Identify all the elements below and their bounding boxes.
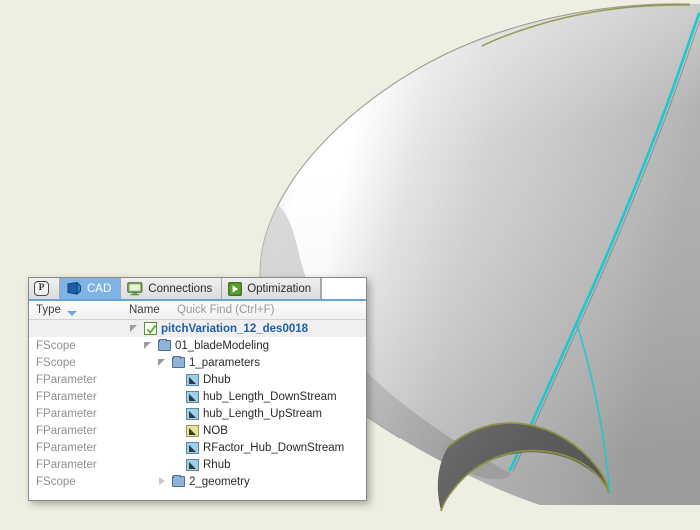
tree-row-type: FParameter bbox=[36, 390, 97, 403]
parameter-icon bbox=[186, 458, 199, 471]
tree-row-label: NOB bbox=[203, 424, 228, 437]
green-check-icon bbox=[144, 322, 157, 335]
quick-find-input[interactable]: Quick Find (Ctrl+F) bbox=[177, 304, 366, 316]
tree-row-name-cell: NOB bbox=[129, 424, 366, 437]
tree-row-name-cell: hub_Length_DownStream bbox=[129, 390, 366, 403]
collapse-triangle-icon[interactable] bbox=[129, 323, 140, 334]
tree-row-label: 2_geometry bbox=[189, 475, 250, 488]
tree-row-name-cell: RFactor_Hub_DownStream bbox=[129, 441, 366, 454]
tree-row[interactable]: FParameter hub_Length_UpStream bbox=[29, 405, 366, 422]
tree-row[interactable]: FParameter Rhub bbox=[29, 456, 366, 473]
column-header-name-label: Name bbox=[129, 304, 160, 316]
tree-row-label: 01_bladeModeling bbox=[175, 339, 269, 352]
tree-row[interactable]: FParameter NOB bbox=[29, 422, 366, 439]
column-header-type[interactable]: Type bbox=[29, 304, 129, 316]
tree-row-name-cell: Dhub bbox=[129, 373, 366, 386]
expand-triangle-icon[interactable] bbox=[157, 476, 168, 487]
tree-row-label: RFactor_Hub_DownStream bbox=[203, 441, 345, 454]
tree-row-name-cell: 1_parameters bbox=[129, 356, 366, 369]
tree-row-type: FScope bbox=[36, 356, 76, 369]
tree-row[interactable]: pitchVariation_12_des0018 bbox=[29, 320, 366, 337]
tree-row[interactable]: FScope 1_parameters bbox=[29, 354, 366, 371]
tree-row-name-cell: 2_geometry bbox=[129, 475, 366, 488]
tab-optimization[interactable]: Optimization bbox=[222, 278, 322, 299]
tree-column-header[interactable]: Type Name Quick Find (Ctrl+F) bbox=[29, 301, 366, 320]
cad-object-tree[interactable]: pitchVariation_12_des0018 FScope 01_bladeM… bbox=[29, 320, 366, 490]
tree-row-type: FParameter bbox=[36, 373, 97, 386]
tree-row-label: hub_Length_DownStream bbox=[203, 390, 337, 403]
monitor-icon bbox=[127, 281, 143, 296]
sort-descending-icon bbox=[67, 311, 77, 316]
tree-row-type: FParameter bbox=[36, 441, 97, 454]
play-square-icon bbox=[228, 281, 243, 296]
tree-row-name-cell: Rhub bbox=[129, 458, 366, 471]
tree-row-name-cell: hub_Length_UpStream bbox=[129, 407, 366, 420]
quick-find-placeholder: Quick Find (Ctrl+F) bbox=[177, 304, 275, 316]
tree-row-label: pitchVariation_12_des0018 bbox=[161, 322, 309, 335]
p-logo-icon: P bbox=[34, 281, 49, 296]
tree-row-label: 1_parameters bbox=[189, 356, 260, 369]
folder-icon bbox=[172, 356, 185, 368]
collapse-triangle-icon[interactable] bbox=[157, 357, 168, 368]
tree-row-type: FParameter bbox=[36, 458, 97, 471]
tree-row-type: FParameter bbox=[36, 424, 97, 437]
collapse-triangle-icon[interactable] bbox=[143, 340, 154, 351]
tree-row-type: FScope bbox=[36, 339, 76, 352]
tree-row-label: Rhub bbox=[203, 458, 231, 471]
tree-row-type: FScope bbox=[36, 475, 76, 488]
parameter-icon bbox=[186, 441, 199, 454]
parameter-icon bbox=[186, 373, 199, 386]
parameter-icon-yellow bbox=[186, 424, 199, 437]
tab-optimization-label: Optimization bbox=[247, 282, 312, 295]
parameter-icon bbox=[186, 407, 199, 420]
tree-row-label: Dhub bbox=[203, 373, 231, 386]
tree-row-label: hub_Length_UpStream bbox=[203, 407, 322, 420]
tree-row-name-cell: pitchVariation_12_des0018 bbox=[129, 322, 366, 335]
tab-connections-label: Connections bbox=[148, 282, 213, 295]
folder-icon bbox=[158, 339, 171, 351]
tree-row[interactable]: FParameter hub_Length_DownStream bbox=[29, 388, 366, 405]
cad-tool-panel[interactable]: P CAD Connections Optimization Type Name… bbox=[28, 277, 367, 501]
tree-row[interactable]: FScope 2_geometry bbox=[29, 473, 366, 490]
folder-icon bbox=[172, 475, 185, 487]
tab-cad[interactable]: CAD bbox=[60, 278, 122, 299]
parameter-icon bbox=[186, 390, 199, 403]
tree-row[interactable]: FParameter Dhub bbox=[29, 371, 366, 388]
cad-shape-icon bbox=[66, 280, 82, 296]
column-header-name[interactable]: Name bbox=[129, 304, 177, 316]
tree-row[interactable]: FParameter RFactor_Hub_DownStream bbox=[29, 439, 366, 456]
tab-connections[interactable]: Connections bbox=[121, 278, 223, 299]
column-header-type-label: Type bbox=[36, 304, 61, 316]
panel-tab-strip[interactable]: P CAD Connections Optimization bbox=[29, 278, 366, 301]
tree-row-type: FParameter bbox=[36, 407, 97, 420]
tree-row[interactable]: FScope 01_bladeModeling bbox=[29, 337, 366, 354]
tab-cad-label: CAD bbox=[87, 282, 112, 295]
tab-strip-filler bbox=[321, 278, 366, 299]
tab-project-logo[interactable]: P bbox=[29, 278, 60, 299]
tree-row-name-cell: 01_bladeModeling bbox=[129, 339, 366, 352]
